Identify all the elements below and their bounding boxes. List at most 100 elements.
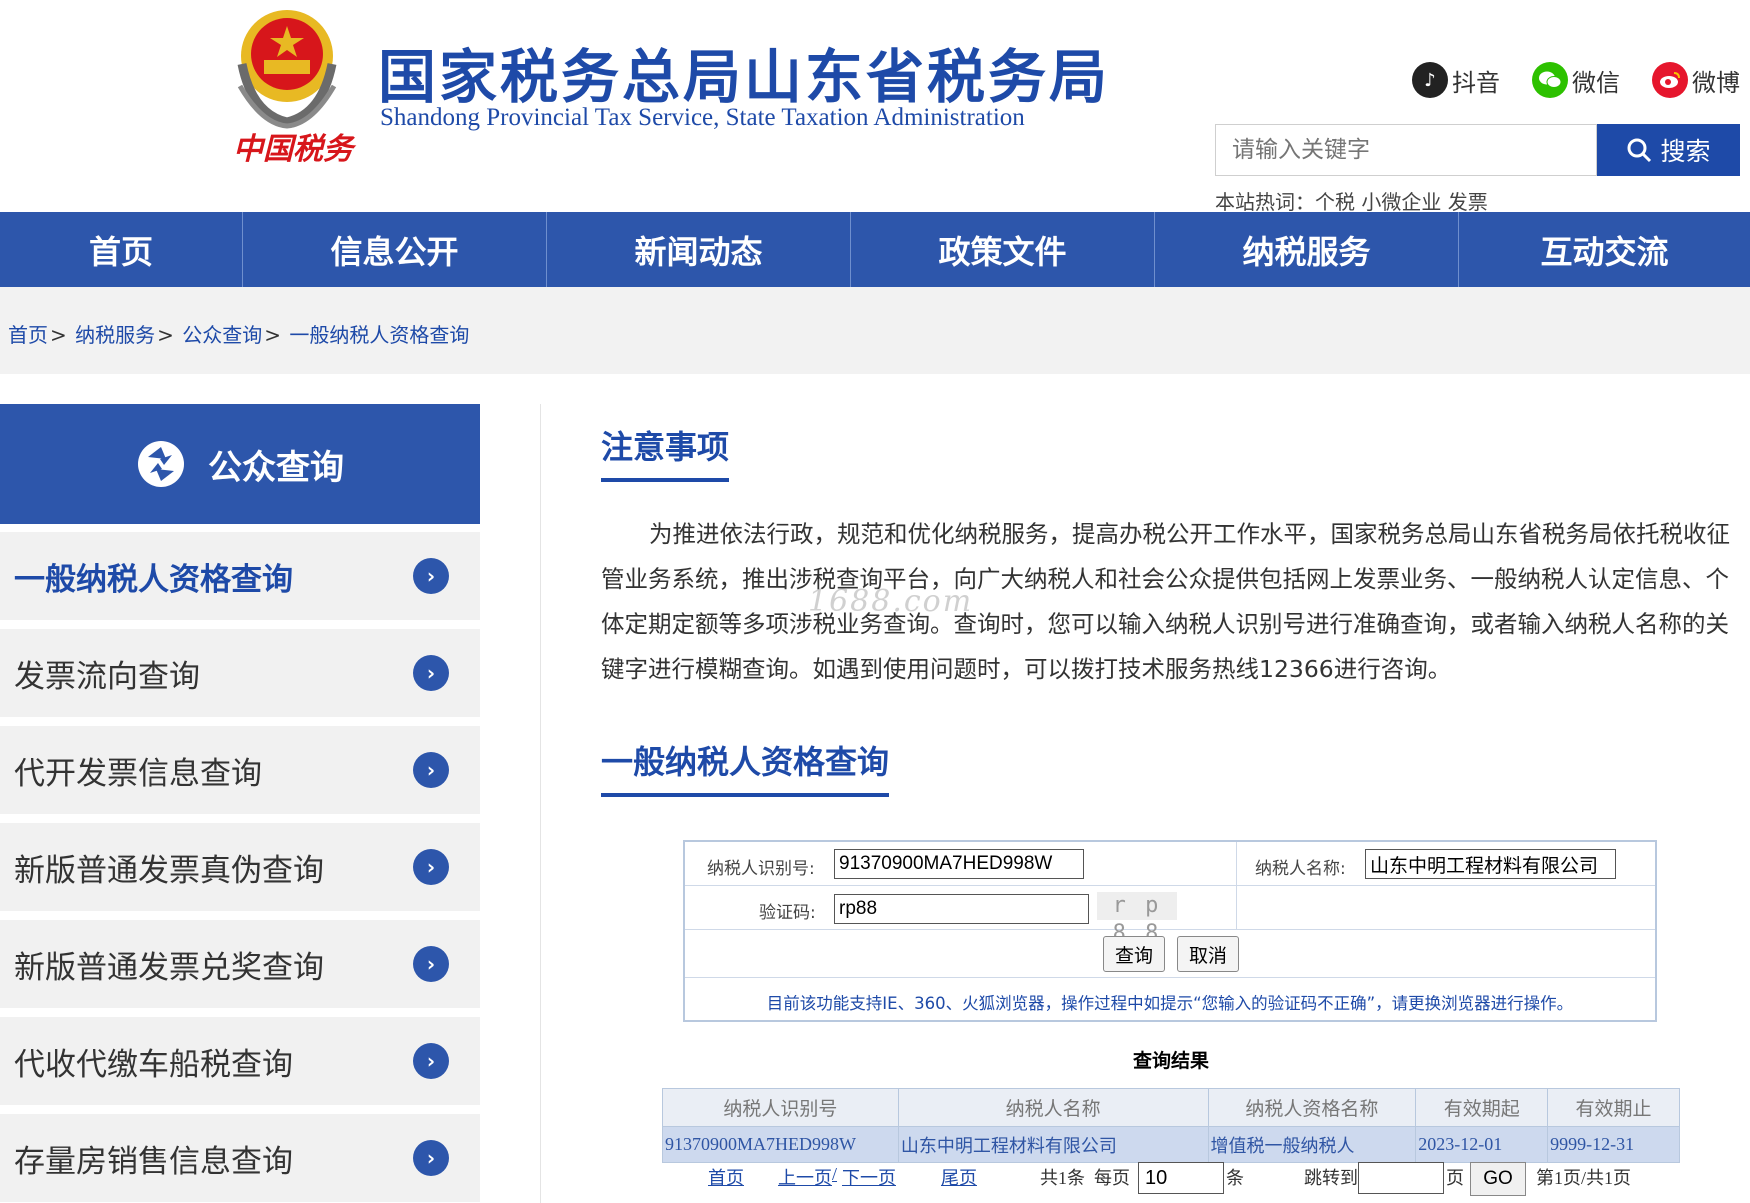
weibo-icon — [1652, 62, 1688, 98]
pager-total: 共1条 — [1040, 1168, 1085, 1188]
sidebar-item-invoice-lottery[interactable]: 新版普通发票兑奖查询 › — [0, 920, 480, 1008]
per-page-input[interactable] — [1138, 1162, 1224, 1194]
query-section-title: 一般纳税人资格查询 — [601, 737, 890, 797]
pager-first[interactable]: 首页 — [708, 1164, 744, 1190]
pager-prev[interactable]: 上一页 — [778, 1164, 832, 1190]
cell-taxpayer-name: 山东中明工程材料有限公司 — [897, 1126, 1209, 1163]
breadcrumb: 首页 > 纳税服务 > 公众查询 > 一般纳税人资格查询 — [8, 323, 470, 347]
captcha-image[interactable]: r p 8 8 — [1097, 892, 1177, 946]
query-form: 纳税人识别号: 纳税人名称: 验证码: r p 8 8 查询 取消 目前该功能支… — [683, 840, 1657, 1022]
results-table: 纳税人识别号 纳税人名称 纳税人资格名称 有效期起 有效期止 91370900M… — [662, 1088, 1680, 1163]
chevron-right-icon: › — [413, 655, 449, 691]
nav-tax-service[interactable]: 纳税服务 — [1155, 212, 1459, 287]
pager-per-page-label: 每页 — [1094, 1168, 1130, 1188]
table-row[interactable]: 91370900MA7HED998W 山东中明工程材料有限公司 增值税一般纳税人… — [662, 1126, 1680, 1163]
pager-last[interactable]: 尾页 — [941, 1164, 977, 1190]
weibo-label: 微博 — [1692, 68, 1740, 97]
wechat-icon — [1532, 62, 1568, 98]
submit-query-button[interactable]: 查询 — [1103, 936, 1165, 972]
form-row-buttons: 查询 取消 — [685, 930, 1655, 978]
form-row-identity: 纳税人识别号: 纳税人名称: — [685, 842, 1655, 886]
weibo-link[interactable]: 微博 — [1652, 60, 1740, 100]
watermark: 1688.com — [808, 584, 974, 619]
sidebar-title: 公众查询 — [208, 447, 344, 488]
nav-info-disclosure[interactable]: 信息公开 — [243, 212, 547, 287]
browser-support-tip: 目前该功能支持IE、360、火狐浏览器，操作过程中如提示“您输入的验证码不正确”… — [766, 994, 1574, 1013]
sidebar-item-label: 发票流向查询 — [14, 658, 200, 695]
query-icon — [138, 441, 184, 487]
main-nav: 首页 信息公开 新闻动态 政策文件 纳税服务 互动交流 — [0, 212, 1750, 287]
col-valid-from: 有效期起 — [1415, 1088, 1549, 1127]
sidebar-item-label: 代收代缴车船税查询 — [14, 1046, 293, 1083]
sidebar-item-label: 新版普通发票真伪查询 — [14, 852, 324, 889]
taxpayer-name-input[interactable] — [1365, 849, 1616, 879]
site-subtitle: Shandong Provincial Tax Service, State T… — [380, 104, 1025, 131]
breadcrumb-bar: 首页 > 纳税服务 > 公众查询 > 一般纳税人资格查询 — [0, 287, 1750, 374]
wechat-link[interactable]: 微信 — [1532, 60, 1620, 100]
chevron-right-icon: › — [413, 558, 449, 594]
notice-title: 注意事项 — [601, 422, 730, 482]
column-divider — [540, 404, 541, 1203]
pager-next[interactable]: 下一页 — [842, 1164, 896, 1190]
sidebar-item-invoice-authenticity[interactable]: 新版普通发票真伪查询 › — [0, 823, 480, 911]
cell-valid-from: 2023-12-01 — [1415, 1126, 1549, 1163]
nav-interaction[interactable]: 互动交流 — [1459, 212, 1750, 287]
col-taxpayer-name: 纳税人名称 — [897, 1088, 1209, 1127]
douyin-link[interactable]: ♪ 抖音 — [1412, 60, 1500, 100]
sidebar-header: 公众查询 — [0, 404, 480, 524]
captcha-input[interactable] — [834, 894, 1089, 924]
search-input[interactable] — [1215, 124, 1597, 176]
taxpayer-name-label: 纳税人名称: — [1255, 859, 1346, 879]
col-taxpayer-id: 纳税人识别号 — [662, 1088, 899, 1127]
chevron-right-icon: › — [413, 1043, 449, 1079]
site-header: 中国税务 国家税务总局山东省税务局 Shandong Provincial Ta… — [0, 0, 1750, 215]
logo-caption: 中国税务 — [233, 132, 353, 167]
sidebar-item-label: 代开发票信息查询 — [14, 755, 262, 792]
cell-valid-to: 9999-12-31 — [1547, 1126, 1680, 1163]
tax-emblem-logo[interactable]: 中国税务 — [222, 4, 353, 174]
pager-jump-label: 跳转到 — [1304, 1168, 1358, 1188]
breadcrumb-current[interactable]: 一般纳税人资格查询 — [289, 323, 469, 347]
search-button-label: 搜索 — [1660, 138, 1711, 166]
search-button[interactable]: 搜索 — [1597, 124, 1740, 176]
nav-news[interactable]: 新闻动态 — [547, 212, 851, 287]
cancel-button[interactable]: 取消 — [1177, 936, 1239, 972]
nav-home[interactable]: 首页 — [0, 212, 243, 287]
chevron-right-icon: › — [413, 849, 449, 885]
search-icon — [1627, 138, 1652, 163]
pager-page-unit: 页 — [1446, 1168, 1464, 1188]
douyin-label: 抖音 — [1452, 68, 1500, 97]
sidebar-item-issued-invoice[interactable]: 代开发票信息查询 › — [0, 726, 480, 814]
sidebar-item-vehicle-tax[interactable]: 代收代缴车船税查询 › — [0, 1017, 480, 1105]
col-valid-to: 有效期止 — [1547, 1088, 1680, 1127]
taxpayer-id-input[interactable] — [834, 849, 1084, 879]
pager-per-page-unit: 条 — [1226, 1168, 1244, 1188]
pager-slash: / — [832, 1164, 838, 1184]
breadcrumb-tax-service[interactable]: 纳税服务 — [75, 323, 155, 347]
jump-page-input[interactable] — [1358, 1162, 1444, 1194]
go-button[interactable]: GO — [1470, 1162, 1526, 1196]
results-title: 查询结果 — [1133, 1051, 1210, 1072]
sidebar-item-invoice-flow[interactable]: 发票流向查询 › — [0, 629, 480, 717]
sidebar-item-label: 一般纳税人资格查询 — [14, 561, 293, 598]
sidebar-item-label: 新版普通发票兑奖查询 — [14, 949, 324, 986]
chevron-right-icon: › — [413, 1140, 449, 1176]
captcha-label: 验证码: — [759, 903, 816, 923]
col-qualification: 纳税人资格名称 — [1207, 1088, 1417, 1127]
taxpayer-id-label: 纳税人识别号: — [707, 859, 815, 879]
douyin-icon: ♪ — [1412, 62, 1448, 98]
wechat-label: 微信 — [1572, 68, 1620, 97]
results-header-row: 纳税人识别号 纳税人名称 纳税人资格名称 有效期起 有效期止 — [662, 1088, 1680, 1127]
notice-text: 为推进依法行政，规范和优化纳税服务，提高办税公开工作水平，国家税务总局山东省税务… — [601, 520, 1730, 683]
pager-status: 第1页/共1页 — [1536, 1168, 1632, 1188]
chevron-right-icon: › — [413, 752, 449, 788]
chevron-right-icon: › — [413, 946, 449, 982]
sidebar-item-label: 存量房销售信息查询 — [14, 1143, 293, 1180]
sidebar-item-general-taxpayer[interactable]: 一般纳税人资格查询 › — [0, 532, 480, 620]
breadcrumb-public-query[interactable]: 公众查询 — [182, 323, 262, 347]
breadcrumb-home[interactable]: 首页 — [8, 323, 48, 347]
cell-qualification: 增值税一般纳税人 — [1207, 1126, 1417, 1163]
nav-policy[interactable]: 政策文件 — [851, 212, 1155, 287]
sidebar-item-housing-sales[interactable]: 存量房销售信息查询 › — [0, 1114, 480, 1202]
hot-keywords[interactable]: 本站热词：个税 小微企业 发票 — [1215, 186, 1488, 215]
